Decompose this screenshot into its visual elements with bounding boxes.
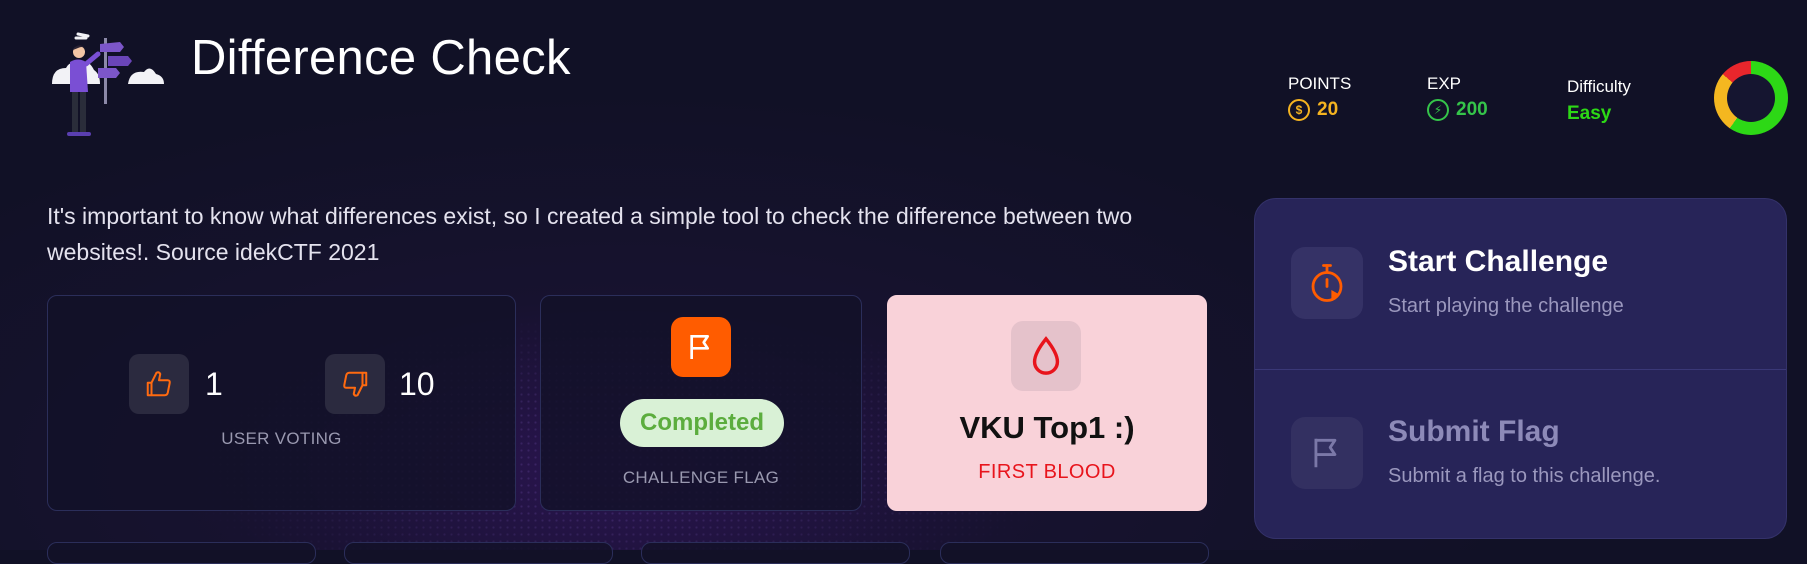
next-row-card: [940, 542, 1209, 564]
first-blood-user: VKU Top1 :): [959, 410, 1135, 445]
flag-icon: [1314, 438, 1337, 468]
user-voting-caption: USER VOTING: [221, 429, 342, 448]
next-row-card: [641, 542, 910, 564]
next-row-card: [344, 542, 613, 564]
submit-flag-title: Submit Flag: [1388, 415, 1560, 448]
challenge-description: It's important to know what differences …: [47, 203, 1133, 265]
dislike-button[interactable]: [325, 354, 385, 414]
flag-icon: [690, 335, 709, 359]
start-challenge-button[interactable]: Start Challenge Start playing the challe…: [1255, 199, 1786, 370]
completed-badge: Completed: [620, 399, 784, 447]
submit-flag-subtitle: Submit a flag to this challenge.: [1388, 465, 1661, 487]
first-blood-caption: FIRST BLOOD: [978, 461, 1116, 483]
first-blood-card: VKU Top1 :) FIRST BLOOD: [887, 295, 1207, 511]
exp-icon: ⚡: [1427, 99, 1449, 121]
exp-label: EXP: [1427, 74, 1462, 93]
action-panel: Start Challenge Start playing the challe…: [1254, 198, 1787, 539]
like-count: 1: [205, 366, 223, 402]
blood-badge: [1011, 321, 1081, 391]
challenge-flag-caption: CHALLENGE FLAG: [622, 468, 780, 487]
coin-icon: $: [1288, 99, 1310, 121]
points-label: POINTS: [1288, 74, 1352, 93]
points-value: 20: [1317, 99, 1339, 120]
start-challenge-title: Start Challenge: [1388, 245, 1609, 278]
thumbs-up-icon: [146, 371, 171, 397]
challenge-logo: [52, 32, 164, 136]
exp-stat: EXP ⚡ 200: [1427, 74, 1488, 121]
flag-badge: [671, 317, 731, 377]
next-row-card: [47, 542, 316, 564]
challenge-flag-card: Completed CHALLENGE FLAG: [540, 295, 862, 511]
difficulty-label: Difficulty: [1567, 77, 1631, 96]
thumbs-down-icon: [343, 371, 368, 397]
stopwatch-icon: [1311, 264, 1343, 302]
submit-flag-button[interactable]: Submit Flag Submit a flag to this challe…: [1255, 369, 1786, 538]
like-button[interactable]: [129, 354, 189, 414]
difficulty-value: Easy: [1567, 103, 1612, 124]
blood-drop-icon: [1032, 336, 1060, 375]
start-challenge-subtitle: Start playing the challenge: [1388, 295, 1624, 317]
submit-flag-badge: [1291, 417, 1363, 489]
difficulty-gauge: [1714, 61, 1788, 135]
points-stat: POINTS $ 20: [1288, 74, 1351, 121]
dislike-count: 10: [399, 366, 435, 402]
difficulty-stat: Difficulty Easy: [1567, 77, 1631, 125]
stopwatch-badge: [1291, 247, 1363, 319]
user-voting-card: 1 10 USER VOTING: [47, 295, 516, 511]
challenge-title: Difference Check: [191, 31, 571, 85]
exp-value: 200: [1456, 99, 1488, 120]
